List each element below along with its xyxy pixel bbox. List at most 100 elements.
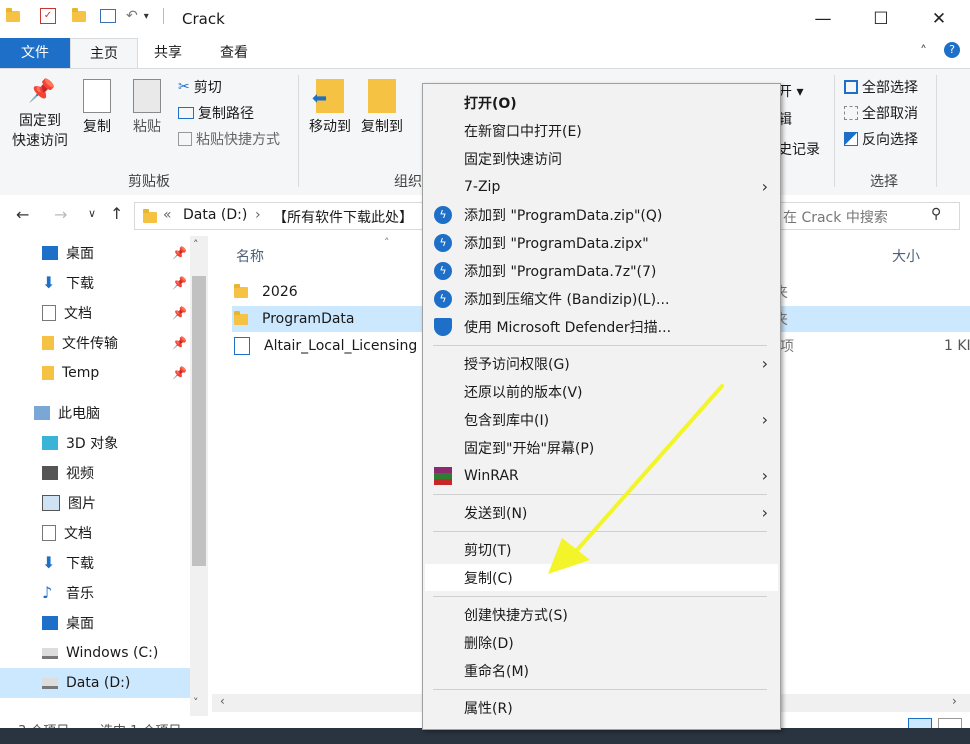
nav-item-pictures[interactable]: 图片 xyxy=(0,488,190,518)
scroll-down-icon[interactable]: ˅ xyxy=(193,696,199,709)
bandizip-icon: ϟ xyxy=(434,261,452,280)
nav-item-temp[interactable]: Temp 📌 xyxy=(0,358,190,388)
menu-item-delete[interactable]: 删除(D) xyxy=(423,629,780,656)
help-icon[interactable]: ? xyxy=(944,42,960,58)
scroll-up-icon[interactable]: ˄ xyxy=(193,238,199,251)
select-all-button[interactable]: 全部选择 xyxy=(844,77,918,97)
menu-item-open-new-window[interactable]: 在新窗口中打开(E) xyxy=(423,117,780,144)
nav-item-desktop[interactable]: 桌面 📌 xyxy=(0,238,190,268)
pin-icon[interactable]: 📌 xyxy=(172,336,187,350)
collapse-ribbon-icon[interactable]: ˄ xyxy=(920,44,927,60)
nav-item-3d-objects[interactable]: 3D 对象 xyxy=(0,428,190,458)
nav-item-drive-c[interactable]: Windows (C:) xyxy=(0,638,190,668)
music-icon: ♪ xyxy=(42,583,53,602)
search-input[interactable]: 在 Crack 中搜索 ⚲ xyxy=(776,202,960,230)
tab-home[interactable]: 主页 xyxy=(70,38,138,69)
menu-item-defender-scan[interactable]: 使用 Microsoft Defender扫描... xyxy=(423,313,780,340)
select-none-button[interactable]: 全部取消 xyxy=(844,103,918,123)
history-button-partial[interactable]: 史记录 xyxy=(778,139,820,159)
nav-item-pc-desktop[interactable]: 桌面 xyxy=(0,608,190,638)
undo-icon[interactable]: ↶ xyxy=(126,8,138,24)
scroll-left-icon[interactable]: ‹ xyxy=(220,694,225,708)
taskbar xyxy=(0,728,970,744)
menu-item-add-bandizip[interactable]: ϟ 添加到压缩文件 (Bandizip)(L)... xyxy=(423,285,780,312)
nav-item-pc-download[interactable]: ⬇ 下载 xyxy=(0,548,190,578)
menu-item-7zip[interactable]: 7-Zip › xyxy=(423,173,780,200)
desktop-icon xyxy=(42,246,58,260)
folder-icon xyxy=(6,7,20,22)
menu-divider xyxy=(433,689,767,690)
paste-shortcut-button[interactable]: 粘贴快捷方式 xyxy=(178,129,280,149)
pin-icon[interactable]: 📌 xyxy=(172,306,187,320)
nav-item-documents[interactable]: 文档 📌 xyxy=(0,298,190,328)
tab-file[interactable]: 文件 xyxy=(0,38,70,68)
chevron-right-icon: › xyxy=(761,466,768,485)
winrar-icon xyxy=(434,466,452,485)
menu-item-add-zipx[interactable]: ϟ 添加到 "ProgramData.zipx" xyxy=(423,229,780,256)
column-header-size[interactable]: 大小 xyxy=(892,246,920,266)
properties-icon[interactable]: ✓ xyxy=(40,8,56,24)
copy-path-icon xyxy=(178,107,194,119)
tab-view[interactable]: 查看 xyxy=(204,38,264,68)
ribbon-tabs: 文件 主页 共享 查看 ˄ ? xyxy=(0,38,970,69)
pin-icon[interactable]: 📌 xyxy=(172,246,187,260)
menu-divider xyxy=(433,345,767,346)
download-icon: ⬇ xyxy=(42,553,56,572)
menu-item-open[interactable]: 打开(O) xyxy=(423,89,780,116)
menu-item-create-shortcut[interactable]: 创建快捷方式(S) xyxy=(423,601,780,628)
select-all-icon xyxy=(844,80,858,94)
chevron-right-icon[interactable]: › xyxy=(255,207,261,223)
group-label-organize: 组织 xyxy=(394,174,422,190)
cut-button[interactable]: ✂ 剪切 xyxy=(178,77,222,97)
move-to-button[interactable]: ⬅ 移动到 xyxy=(304,79,356,137)
nav-item-music[interactable]: ♪ 音乐 xyxy=(0,578,190,608)
nav-item-download[interactable]: ⬇ 下载 📌 xyxy=(0,268,190,298)
nav-item-this-pc[interactable]: 此电脑 xyxy=(0,398,190,428)
copy-to-button[interactable]: 复制到 xyxy=(356,79,408,137)
menu-item-add-zip[interactable]: ϟ 添加到 "ProgramData.zip"(Q) xyxy=(423,201,780,228)
new-folder-icon[interactable] xyxy=(72,7,86,22)
menu-item-rename[interactable]: 重命名(M) xyxy=(423,657,780,684)
menu-item-properties[interactable]: 属性(R) xyxy=(423,694,780,721)
document-icon xyxy=(42,305,56,321)
menu-item-pin-quick-access[interactable]: 固定到快速访问 xyxy=(423,145,780,172)
invert-selection-button[interactable]: 反向选择 xyxy=(844,129,918,149)
breadcrumb-item[interactable]: Data (D:) xyxy=(183,207,247,223)
scroll-right-icon[interactable]: › xyxy=(952,694,957,708)
video-icon xyxy=(42,466,58,480)
paste-button[interactable]: 粘贴 xyxy=(126,79,168,137)
up-icon[interactable]: ↑ xyxy=(110,204,123,223)
breadcrumb-item[interactable]: 【所有软件下载此处】 xyxy=(273,207,413,227)
nav-item-drive-d[interactable]: Data (D:) xyxy=(0,668,190,698)
nav-scrollbar[interactable]: ˄ ˅ xyxy=(190,236,208,716)
copy-to-icon xyxy=(368,79,396,113)
pin-icon[interactable]: 📌 xyxy=(172,276,187,290)
recent-locations-icon[interactable]: ∨ xyxy=(88,207,96,220)
paste-icon xyxy=(133,79,161,113)
nav-item-video[interactable]: 视频 xyxy=(0,458,190,488)
pin-quick-access-button[interactable]: 📌 固定到 快速访问 xyxy=(8,79,72,151)
column-header-name[interactable]: 名称 xyxy=(236,246,264,266)
pin-icon[interactable]: 📌 xyxy=(172,366,187,380)
copy-button[interactable]: 复制 xyxy=(76,79,118,137)
forward-icon[interactable]: → xyxy=(54,205,67,224)
open-button-partial[interactable]: 开 ▾ xyxy=(778,81,803,101)
minimize-button[interactable]: — xyxy=(794,0,852,38)
menu-item-grant-access[interactable]: 授予访问权限(G) › xyxy=(423,350,780,377)
nav-item-file-transfer[interactable]: 文件传输 📌 xyxy=(0,328,190,358)
scroll-thumb[interactable] xyxy=(192,276,206,566)
nav-item-pc-documents[interactable]: 文档 xyxy=(0,518,190,548)
breadcrumb-overflow[interactable]: « xyxy=(163,207,172,223)
copy-path-button[interactable]: 复制路径 xyxy=(178,103,254,123)
back-icon[interactable]: ← xyxy=(16,205,29,224)
tab-share[interactable]: 共享 xyxy=(140,38,196,68)
pin-icon: 📌 xyxy=(28,79,56,104)
folder-icon xyxy=(234,310,248,325)
rename-icon[interactable] xyxy=(100,9,116,23)
maximize-button[interactable]: ☐ xyxy=(852,0,910,38)
menu-item-add-7z[interactable]: ϟ 添加到 "ProgramData.7z"(7) xyxy=(423,257,780,284)
chevron-down-icon[interactable]: ▾ xyxy=(144,11,149,22)
close-button[interactable]: ✕ xyxy=(910,0,968,38)
paste-shortcut-icon xyxy=(178,132,192,146)
bandizip-icon: ϟ xyxy=(434,205,452,224)
